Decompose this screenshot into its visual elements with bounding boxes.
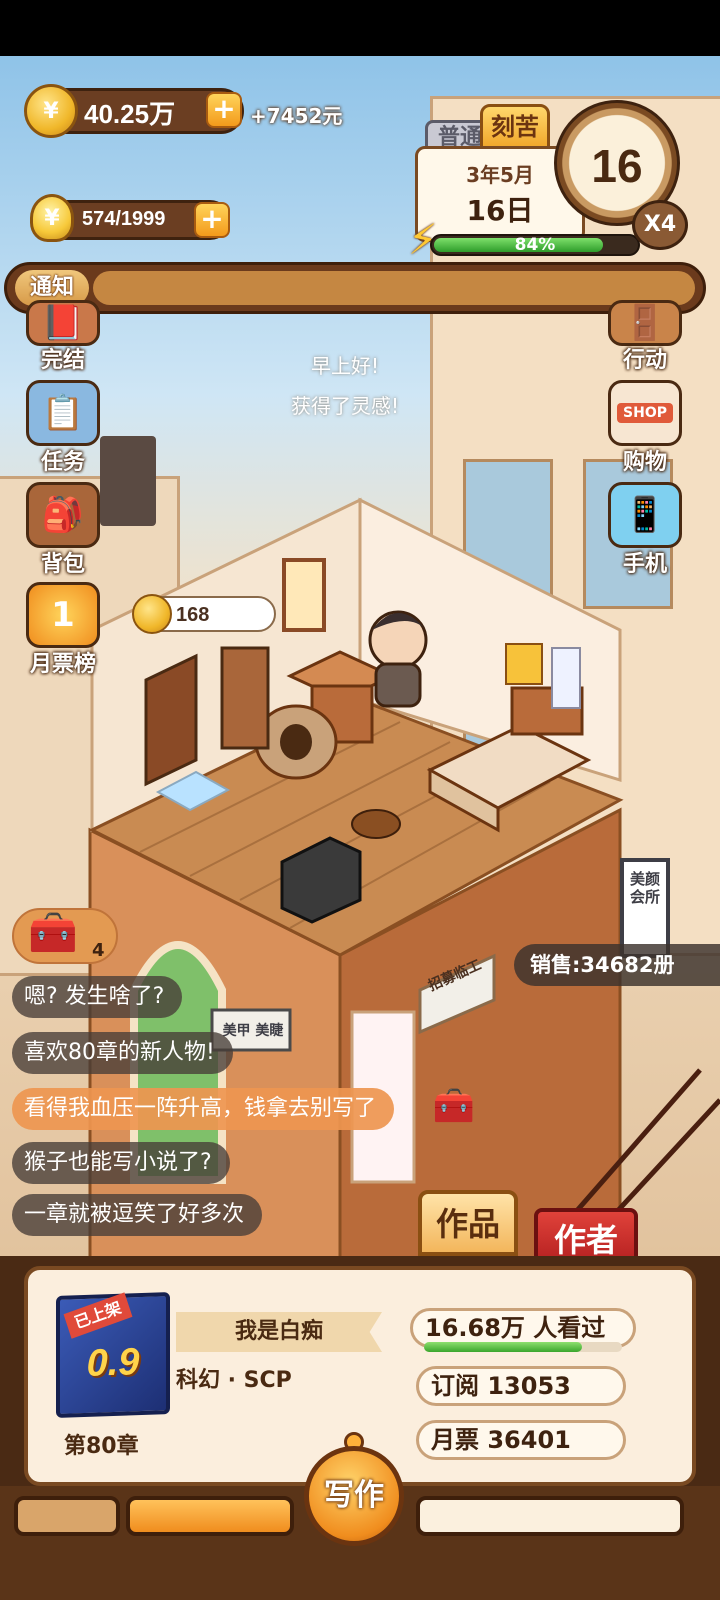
treasure-chest-button[interactable]: 🧰 4	[12, 908, 118, 964]
progress-slot-1	[14, 1496, 120, 1536]
coin-icon	[132, 594, 172, 634]
comment-bubble-highlight[interactable]: 看得我血压一阵升高，钱拿去别写了	[12, 1088, 395, 1130]
monthly-ticket-stat: 月票 36401	[416, 1420, 626, 1460]
shop-badge: SHOP	[617, 403, 673, 423]
menu-backpack[interactable]: 🎒 背包	[18, 482, 108, 578]
checklist-icon: 📋	[26, 380, 100, 446]
book-cover[interactable]: 已上架 0.9	[56, 1292, 170, 1418]
progress-slot-3	[416, 1496, 684, 1536]
income-text: +7452元	[250, 104, 343, 128]
book-title: 我是白痴	[176, 1312, 382, 1352]
room-door	[144, 653, 198, 787]
mode-hard-tab[interactable]: 刻苦	[480, 104, 550, 150]
energy-percent: 84%	[514, 235, 556, 255]
write-button[interactable]: 写作	[304, 1446, 404, 1546]
coin-balance: 40.25万	[84, 99, 176, 129]
greeting-line-1: 早上好!	[310, 354, 380, 378]
menu-tasks[interactable]: 📋 任务	[18, 380, 108, 476]
subscription-stat: 订阅 13053	[416, 1366, 626, 1406]
coin-icon: ¥	[24, 84, 78, 138]
views-progress	[424, 1342, 622, 1352]
menu-ticket-rank[interactable]: 1 月票榜	[18, 582, 108, 678]
chest-count: 4	[92, 940, 105, 961]
book-score: 0.9	[86, 1341, 140, 1385]
shop-icon: SHOP	[608, 380, 682, 446]
sales-badge: 销售:34682册	[514, 944, 720, 986]
book-status-tag: 已上架	[63, 1292, 133, 1339]
views-progress-fill	[424, 1342, 583, 1352]
pet-dog	[351, 809, 401, 839]
comment-bubble: 猴子也能写小说了?	[12, 1142, 230, 1184]
comment-bubble: 嗯? 发生啥了?	[12, 976, 183, 1018]
tab-works[interactable]: 作品	[418, 1190, 518, 1256]
book-icon: 📕	[26, 300, 100, 346]
comment-bubble: 喜欢80章的新人物!	[12, 1032, 233, 1074]
speed-button[interactable]: X4	[632, 200, 688, 250]
lightning-icon[interactable]: ⚡	[408, 218, 448, 262]
book-genre: 科幻 · SCP	[176, 1368, 292, 1393]
menu-action-label: 行动	[622, 348, 667, 373]
salon-sign-text: 美颜会所	[630, 870, 661, 906]
comment-bubble: 一章就被逗笑了好多次	[12, 1194, 263, 1236]
inspiration-value: 574/1999	[82, 208, 166, 230]
add-coins-button[interactable]: +	[206, 92, 242, 128]
menu-shop[interactable]: SHOP 购物	[600, 380, 690, 476]
clock-day: 16	[591, 140, 643, 192]
door-icon: 🚪	[608, 300, 682, 346]
room-window	[282, 558, 326, 632]
ticket-coin-icon: 1	[26, 582, 100, 648]
wall-poster	[505, 643, 543, 685]
energy-bar: 84%	[430, 234, 640, 256]
nail-sign-text: 美甲 美睫	[222, 1023, 284, 1039]
progress-slot-2	[126, 1496, 294, 1536]
add-inspiration-button[interactable]: +	[194, 202, 230, 238]
menu-finish-label: 完结	[40, 348, 85, 373]
bookshelf	[220, 646, 270, 750]
greeting-line-2: 获得了灵感!	[290, 394, 400, 418]
chapter-label: 第80章	[64, 1434, 139, 1459]
comment-chest-icon[interactable]: 🧰	[428, 1082, 480, 1130]
coin-bubble[interactable]: 168	[132, 594, 276, 634]
menu-phone-label: 手机	[622, 552, 667, 577]
menu-ticket-rank-label: 月票榜	[29, 652, 96, 677]
treasure-chest-icon: 🧰	[28, 910, 78, 956]
menu-tasks-label: 任务	[40, 450, 85, 475]
coin-bubble-value: 168	[176, 604, 210, 626]
phone-icon: 📱	[608, 482, 682, 548]
menu-shop-label: 购物	[622, 450, 667, 475]
menu-backpack-label: 背包	[40, 552, 85, 577]
backpack-icon: 🎒	[26, 482, 100, 548]
menu-phone[interactable]: 📱 手机	[600, 482, 690, 578]
lightbulb-icon: ¥	[30, 194, 74, 242]
